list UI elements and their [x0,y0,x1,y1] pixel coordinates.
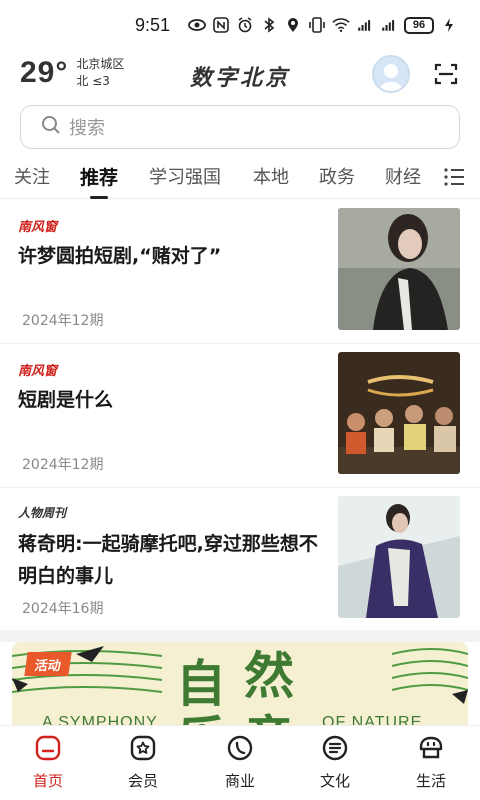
nav-label: 文化 [319,772,350,790]
wifi-icon [332,16,350,34]
banner-char: 章 [244,700,294,726]
nav-label: 生活 [415,772,446,790]
nav-life[interactable]: 生活 [401,734,461,791]
banner-char: 然 [244,646,294,705]
list-item[interactable]: 南风窗 短剧是什么 2024年12期 [0,344,480,488]
article-date: 2024年12期 [22,457,104,473]
search-placeholder: 搜索 [69,118,105,139]
article-title: 蒋奇明:一起骑摩托吧,穿过那些想不明白的事儿 [18,533,318,587]
temperature: 29° [20,56,69,89]
search-input[interactable]: 搜索 [20,105,460,149]
weather-location: 北京城区 [76,57,125,71]
search-icon [41,115,61,139]
article-thumbnail [338,208,460,330]
article-title: 短剧是什么 [18,389,114,411]
member-icon [130,735,156,761]
avatar[interactable] [372,55,410,93]
tab-xuexi[interactable]: 学习强国 [149,163,221,189]
bluetooth-icon [260,16,278,34]
scan-icon[interactable] [434,62,458,86]
article-thumbnail [338,352,460,474]
status-time: 9:51 [134,14,170,35]
article-thumbnail [338,496,460,618]
nfc-icon [212,16,230,34]
status-bar: 9:51 96 [0,0,480,50]
tab-recommend[interactable]: 推荐 [80,163,118,190]
business-icon [227,735,253,761]
tab-local[interactable]: 本地 [253,163,289,189]
nav-label: 商业 [224,772,255,790]
app-logo: 数字北京 [190,65,291,91]
list-item[interactable]: 南风窗 许梦圆拍短剧,“赌对了” 2024年12期 [0,200,480,344]
weather-info: 北京城区 北 ≤3 [76,56,124,90]
alarm-icon [236,16,254,34]
nav-label: 会员 [127,772,158,790]
location-icon [284,16,302,34]
banner-badge: 活动 [24,652,72,676]
signal-4g-icon [380,16,398,34]
article-source: 南风窗 [18,220,58,235]
charging-icon [440,16,458,34]
article-date: 2024年16期 [22,601,104,617]
eye-icon [188,16,206,34]
banner-char: 乐 [176,700,226,726]
weather-wind: 北 ≤3 [76,74,110,88]
battery-icon: 96 [404,16,434,34]
signal-5g-icon [356,16,374,34]
weather-widget[interactable]: 29° 北京城区 北 ≤3 [20,56,124,90]
nav-label: 首页 [32,772,63,790]
menu-icon[interactable] [443,166,465,188]
header: 29° 北京城区 北 ≤3 数字北京 [0,52,480,98]
vibrate-icon [308,16,326,34]
bottom-nav: 首页 会员 商业 文化 生活 [0,725,480,800]
tab-government[interactable]: 政务 [319,163,355,189]
tab-follow[interactable]: 关注 [14,163,50,189]
category-tabs: 关注 推荐 学习强国 本地 政务 财经 [0,155,480,199]
banner-divider [0,630,480,642]
home-icon [35,735,61,761]
nav-culture[interactable]: 文化 [305,734,365,791]
article-title: 许梦圆拍短剧,“赌对了” [18,245,222,267]
nav-home[interactable]: 首页 [18,734,78,791]
active-tab-indicator [90,196,108,199]
culture-icon [322,735,348,761]
life-icon [419,736,443,759]
article-date: 2024年12期 [22,313,104,329]
article-source: 南风窗 [18,364,58,379]
nav-business[interactable]: 商业 [210,734,270,791]
tab-finance[interactable]: 财经 [385,163,421,189]
list-item[interactable]: 人物周刊 蒋奇明:一起骑摩托吧,穿过那些想不明白的事儿 2024年16期 [0,488,480,632]
article-source: 人物周刊 [18,506,67,520]
nav-member[interactable]: 会员 [113,734,173,791]
promo-banner[interactable]: 活动 自 然 乐 章 A SYMPHONY OF NATURE [12,642,468,726]
